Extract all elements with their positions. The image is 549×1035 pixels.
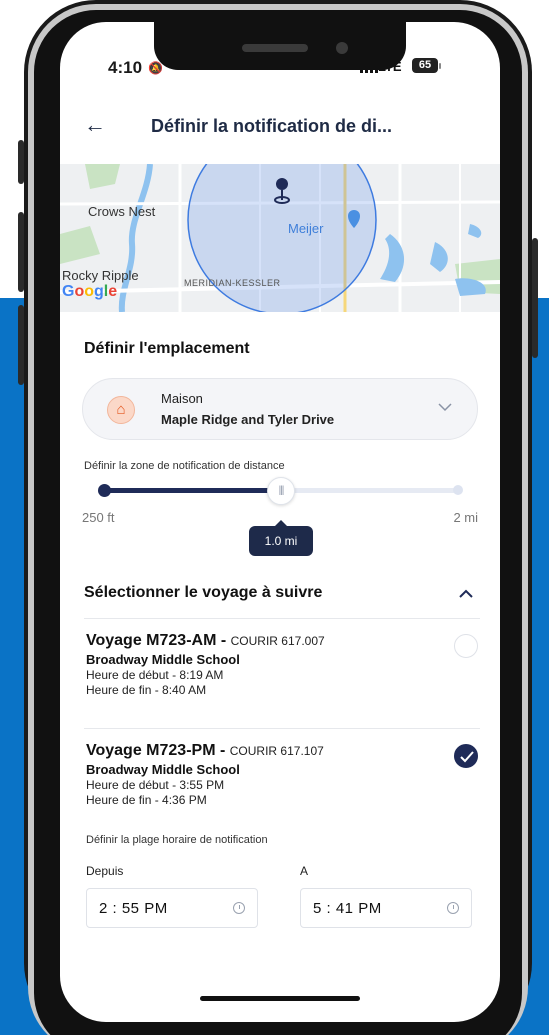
to-time-value: 5 : 41 PM xyxy=(313,900,382,917)
stage: 4:10 🔕 LTE 65 ← Définir la notification … xyxy=(0,0,549,1035)
camera xyxy=(336,42,348,54)
page-title: Définir la notification de di... xyxy=(151,116,393,136)
time-range-title: Définir la plage horaire de notification xyxy=(86,834,268,846)
trip-item[interactable]: Voyage M723-AM - COURIR 617.007 Broadway… xyxy=(86,632,466,697)
location-name: Maison xyxy=(161,391,203,406)
page-header: ← Définir la notification de di... xyxy=(60,108,500,148)
distance-zone-label: Définir la zone de notification de dista… xyxy=(84,460,285,472)
trip-end-time: Heure de fin - 8:40 AM xyxy=(86,683,207,697)
from-time-input[interactable]: 2 : 55 PM xyxy=(86,888,258,928)
map-label: Rocky Ripple xyxy=(62,268,139,283)
slider-max-label: 2 mi xyxy=(453,510,478,525)
arrow-left-icon[interactable]: ← xyxy=(84,112,106,138)
slider-end-dot xyxy=(453,485,463,495)
trip-separator: - xyxy=(220,632,227,649)
trips-section-title: Sélectionner le voyage à suivre xyxy=(84,584,323,601)
chevron-down-icon xyxy=(438,403,452,412)
trip-start-time: Heure de début - 3:55 PM xyxy=(86,778,225,792)
location-address: Maple Ridge and Tyler Drive xyxy=(161,412,335,427)
check-icon xyxy=(460,751,474,763)
location-section-title: Définir l'emplacement xyxy=(84,340,250,357)
from-time-value: 2 : 55 PM xyxy=(99,900,168,917)
trip-end-time: Heure de fin - 4:36 PM xyxy=(86,793,207,807)
home-indicator[interactable] xyxy=(200,996,360,1001)
status-time: 4:10 xyxy=(108,58,143,77)
trip-school: Broadway Middle School xyxy=(86,762,240,777)
trip-title: Voyage M723-PM xyxy=(86,742,216,759)
slider-start-dot xyxy=(98,484,111,497)
trip-separator: - xyxy=(219,742,226,759)
trip-school: Broadway Middle School xyxy=(86,652,240,667)
from-label: Depuis xyxy=(86,864,124,878)
clock-icon xyxy=(447,902,459,914)
to-label: A xyxy=(300,864,309,878)
divider xyxy=(84,728,480,729)
map-label: Meijer xyxy=(288,221,324,236)
slider-thumb[interactable]: ||| xyxy=(267,477,295,505)
trip-radio[interactable] xyxy=(454,634,478,658)
google-attribution: Google xyxy=(62,283,118,300)
chevron-up-icon[interactable] xyxy=(458,587,474,601)
battery-icon: 65 xyxy=(412,58,438,73)
trip-courier: COURIR 617.007 xyxy=(230,634,325,648)
trip-item[interactable]: Voyage M723-PM - COURIR 617.107 Broadway… xyxy=(86,742,466,807)
slider-fill xyxy=(104,488,281,493)
phone-side-button xyxy=(532,238,538,358)
divider xyxy=(84,618,480,619)
map-view[interactable]: Crows Nest Meijer Rocky Ripple MERIDIAN-… xyxy=(60,164,500,312)
slider-value-tooltip: 1.0 mi xyxy=(249,520,313,556)
home-icon: ⌂ xyxy=(107,396,135,424)
map-label: MERIDIAN-KESSLER xyxy=(184,278,281,288)
map-label: Crows Nest xyxy=(88,204,156,219)
clock-icon xyxy=(233,902,245,914)
location-selector[interactable]: ⌂ Maison Maple Ridge and Tyler Drive xyxy=(82,378,478,440)
to-time-input[interactable]: 5 : 41 PM xyxy=(300,888,472,928)
map-canvas xyxy=(60,164,500,312)
trip-start-time: Heure de début - 8:19 AM xyxy=(86,668,224,682)
trip-courier: COURIR 617.107 xyxy=(229,744,324,758)
battery-tip xyxy=(439,63,441,69)
slider-min-label: 250 ft xyxy=(82,510,115,525)
notch xyxy=(154,22,406,70)
app-screen: 4:10 🔕 LTE 65 ← Définir la notification … xyxy=(60,22,500,1022)
trip-radio-checked[interactable] xyxy=(454,744,478,768)
speaker xyxy=(242,44,308,52)
trip-title: Voyage M723-AM xyxy=(86,632,217,649)
